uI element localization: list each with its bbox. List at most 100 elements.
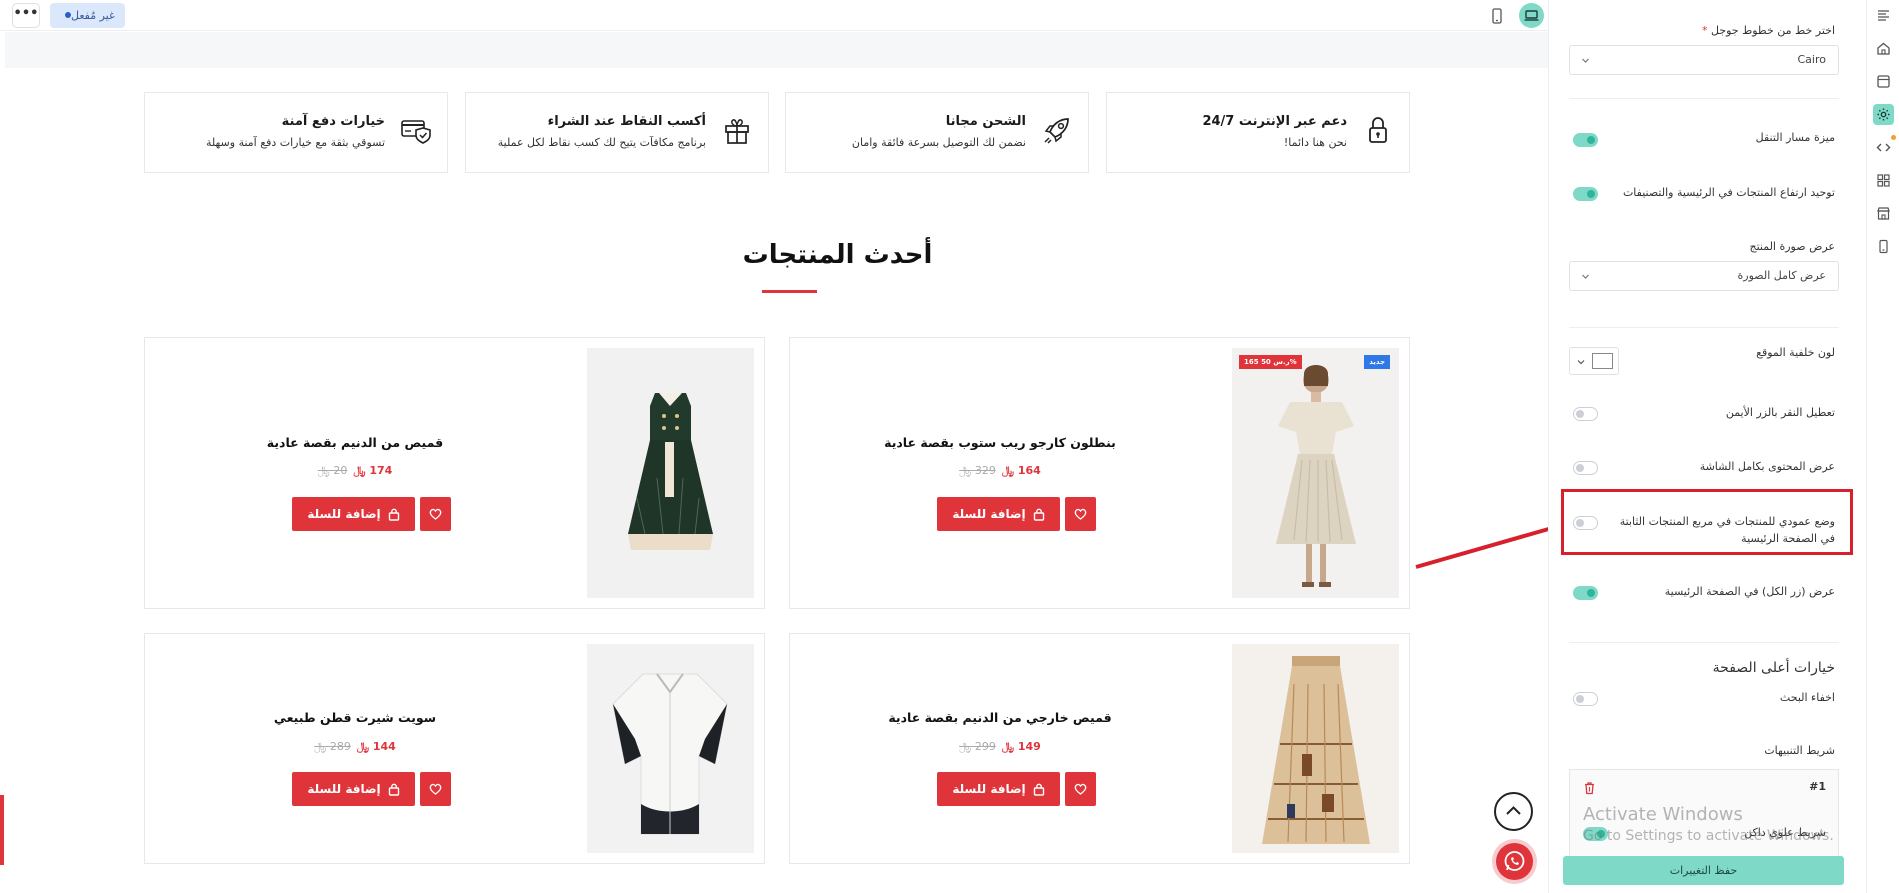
menu-icon[interactable] [1873,5,1894,26]
new-badge: جديد [1364,355,1390,369]
bag-icon [1033,508,1044,521]
settings-icon[interactable] [1873,104,1894,125]
show-all-button-toggle[interactable] [1573,586,1598,600]
notification-dot [1891,135,1896,140]
product-price: 144 ﷼289 ﷼ [145,740,565,754]
price-value: 144 [372,740,396,753]
product-name[interactable]: قميص خارجي من الدنيم بقصة عادية [790,710,1210,725]
divider [1569,327,1839,328]
image-display-label: عرض صورة المنتج [1749,240,1835,253]
whatsapp-button[interactable] [1496,843,1533,880]
product-card[interactable]: قميص خارجي من الدنيم بقصة عادية 149 ﷼ 299… [789,633,1410,864]
currency-icon: ﷼ [314,740,327,753]
add-to-cart-button[interactable]: إضافة للسلة [937,772,1060,806]
image-display-select[interactable]: عرض كامل الصورة [1569,261,1839,291]
trash-icon[interactable] [1583,781,1596,795]
wishlist-button[interactable] [420,772,451,806]
product-image[interactable] [587,644,754,853]
currency-icon: ﷼ [356,740,370,753]
product-card[interactable]: جديد 165 ر.س 50% بنطلون كارجو ريب ستوب ب… [789,337,1410,609]
windows-watermark: Activate Windows [1583,804,1743,825]
annotation-arrow [1415,522,1567,569]
add-to-cart-button[interactable]: إضافة للسلة [292,497,415,531]
chevron-up-icon [1506,806,1521,815]
color-swatch [1592,353,1613,369]
feature-subtitle: نحن هنا دائما! [1283,136,1347,149]
product-name[interactable]: سويت شيرت قطن طبيعي [145,710,565,725]
font-label: اختر خط من خطوط جوجل * [1702,24,1835,37]
whatsapp-icon [1504,851,1525,871]
currency-icon: ﷼ [353,464,366,477]
grid-icon[interactable] [1873,170,1894,191]
product-image[interactable] [587,348,754,598]
product-price: 174 ﷼20 ﷼ [145,464,565,478]
bag-icon [388,508,399,521]
add-to-cart-label: إضافة للسلة [952,507,1026,521]
required-marker: * [1701,24,1708,37]
product-name[interactable]: قميص من الدنيم بقصة عادية [145,435,565,450]
section-title: أحدث المنتجات [742,240,933,270]
unify-heights-label: توحيد ارتفاع المنتجات في الرئيسية والتصن… [1622,186,1835,199]
add-to-cart-button[interactable]: إضافة للسلة [292,772,415,806]
chevron-down-icon [1582,274,1589,279]
price-old: 329 ﷼ [959,464,996,477]
old-price-value: 20 [333,464,348,477]
product-card[interactable]: سويت شيرت قطن طبيعي 144 ﷼289 ﷼ إضافة للس… [144,633,765,864]
left-accent-bar [0,795,4,865]
layout-icon[interactable] [1873,71,1894,92]
feature-subtitle: تسوقي بثقة مع خيارات دفع آمنة وسهلة [205,136,385,149]
bg-color-picker[interactable] [1569,347,1619,375]
top-options-title: خيارات أعلى الصفحة [1712,660,1835,676]
home-icon[interactable] [1873,38,1894,59]
hide-search-toggle[interactable] [1573,692,1598,706]
heart-icon [429,508,442,520]
bg-color-label: لون خلفية الموقع [1756,346,1835,359]
currency-icon: ﷼ [317,464,330,477]
preview-header-strip [5,32,1548,68]
product-price: 149 ﷼ 299 ﷼ [790,740,1210,754]
font-select[interactable]: Cairo [1569,45,1839,75]
bag-icon [1033,783,1044,796]
product-name[interactable]: بنطلون كارجو ريب ستوب بقصة عادية [790,435,1210,450]
feature-subtitle: نضمن لك التوصيل بسرعة فائقة وامان [851,136,1026,149]
store-icon[interactable] [1873,203,1894,224]
add-to-cart-label: إضافة للسلة [952,782,1026,796]
product-image[interactable] [1232,644,1399,853]
feature-shipping: الشحن مجانا نضمن لك التوصيل بسرعة فائقة … [785,92,1089,173]
heart-icon [429,783,442,795]
scroll-to-top-button[interactable] [1494,792,1533,831]
feature-title: الشحن مجانا [945,114,1026,129]
feature-points: أكسب النقاط عند الشراء برنامج مكافآت يتي… [465,92,769,173]
divider [1569,642,1839,643]
save-changes-button[interactable]: حفظ التغييرات [1563,856,1844,885]
desktop-view-icon[interactable] [1519,3,1544,28]
feature-title: أكسب النقاط عند الشراء [547,114,706,129]
product-image[interactable]: جديد 165 ر.س 50% [1232,348,1399,598]
code-icon[interactable] [1873,137,1894,158]
wishlist-button[interactable] [420,497,451,531]
title-underline [762,290,817,293]
product-price: 164 ﷼ 329 ﷼ [790,464,1210,478]
unify-heights-toggle[interactable] [1573,187,1598,201]
add-to-cart-button[interactable]: إضافة للسلة [937,497,1060,531]
wishlist-button[interactable] [1065,772,1096,806]
preview-topbar: ••• غير مُفعل [0,0,1548,31]
more-options-button[interactable]: ••• [12,3,40,28]
price-value: 174 [369,464,393,477]
disable-right-click-toggle[interactable] [1573,407,1598,421]
feature-subtitle: برنامج مكافآت يتيح لك كسب نقاط لكل عملية [497,136,706,149]
price-old: 299 ﷼ [959,740,996,753]
full-width-toggle[interactable] [1573,461,1598,475]
windows-watermark-sub: Go to Settings to activate Windows. [1583,828,1834,844]
product-card[interactable]: قميص من الدنيم بقصة عادية 174 ﷼20 ﷼ إضاف… [144,337,765,609]
price-new: 149 ﷼ [1002,740,1041,753]
breadcrumb-toggle[interactable] [1573,133,1598,147]
discount-badge: 165 ر.س 50% [1239,355,1302,369]
status-badge[interactable]: غير مُفعل [50,3,125,28]
status-label: غير مُفعل [71,9,115,22]
wishlist-button[interactable] [1065,497,1096,531]
bag-icon [388,783,399,796]
price-new: 164 ﷼ [1002,464,1041,477]
mobile-view-icon[interactable] [1488,7,1506,25]
mobile-icon[interactable] [1873,236,1894,257]
